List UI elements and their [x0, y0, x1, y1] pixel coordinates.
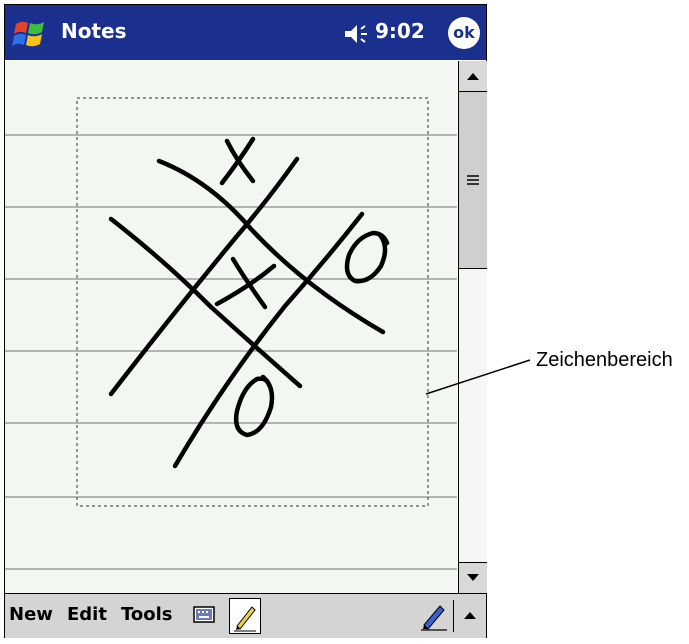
- windows-flag-icon[interactable]: [10, 14, 50, 54]
- title-bar: Notes 9:02 ok: [5, 5, 486, 60]
- speaker-icon[interactable]: [343, 21, 371, 47]
- arrow-up-icon: [467, 73, 479, 80]
- menu-edit[interactable]: Edit: [67, 603, 107, 627]
- pen-mode-button[interactable]: [229, 598, 261, 634]
- app-title: Notes: [61, 19, 127, 43]
- pen-icon: [234, 606, 256, 632]
- note-canvas[interactable]: [5, 61, 457, 593]
- pocketpc-screen: Notes 9:02 ok New Edit Tools: [4, 4, 487, 638]
- toolbar-divider: [453, 600, 454, 632]
- menu-new[interactable]: New: [9, 603, 53, 627]
- ruled-lines: [5, 134, 457, 570]
- callout-label: Zeichenbereich: [536, 349, 673, 371]
- menu-bar: New Edit Tools: [5, 593, 486, 638]
- input-selector-arrow-icon[interactable]: [460, 604, 480, 626]
- scroll-thumb[interactable]: [459, 92, 487, 269]
- scroll-down-button[interactable]: [459, 562, 487, 593]
- clock[interactable]: 9:02: [375, 19, 425, 43]
- drawing-surface[interactable]: [5, 61, 457, 593]
- grip-icon: [467, 175, 479, 185]
- menu-tools[interactable]: Tools: [121, 603, 173, 627]
- keyboard-icon[interactable]: [193, 605, 215, 625]
- drawing-frame: [76, 97, 429, 507]
- input-pen-icon[interactable]: [418, 601, 450, 631]
- ok-button[interactable]: ok: [448, 17, 480, 49]
- ink-sketch: [108, 136, 390, 469]
- arrow-down-icon: [467, 574, 479, 581]
- scroll-up-button[interactable]: [459, 61, 487, 92]
- vertical-scrollbar[interactable]: [458, 61, 487, 593]
